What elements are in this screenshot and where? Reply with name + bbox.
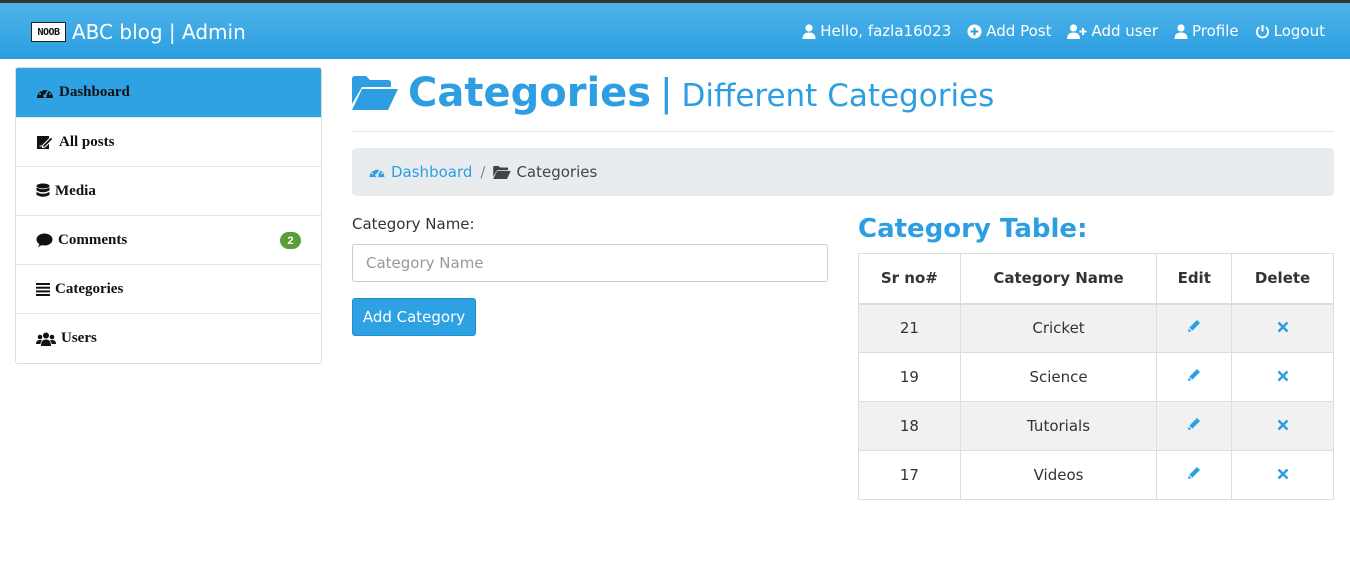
delete-button[interactable] <box>1277 468 1289 480</box>
edit-button[interactable] <box>1186 465 1202 481</box>
dashboard-icon <box>369 167 385 178</box>
breadcrumb-dashboard[interactable]: Dashboard <box>368 163 472 181</box>
table-row: 18 Tutorials <box>858 401 1334 451</box>
top-nav: Hello, fazla16023 Add Post Add user Prof… <box>786 22 1325 40</box>
page-title: Categories <box>408 70 652 116</box>
page-title-separator: | <box>661 70 672 115</box>
page-subtitle: Different Categories <box>681 78 995 114</box>
table-header-row: Sr no# Category Name Edit Delete <box>858 253 1334 305</box>
pencil-icon <box>1188 320 1201 333</box>
comments-count-badge: 2 <box>280 232 301 249</box>
cell-category-name: Science <box>959 352 1158 402</box>
dashboard-icon <box>37 88 53 98</box>
sidebar-item-media[interactable]: Media <box>16 167 321 216</box>
pencil-icon <box>1188 467 1201 479</box>
column-header-edit: Edit <box>1156 253 1233 305</box>
column-header-delete: Delete <box>1231 253 1334 305</box>
table-row: 19 Science <box>858 352 1334 402</box>
sidebar-item-comments[interactable]: Comments 2 <box>16 216 321 265</box>
sidebar-item-users[interactable]: Users <box>16 314 321 363</box>
plus-circle-icon <box>967 23 982 39</box>
nav-add-post-label: Add Post <box>986 22 1052 40</box>
sidebar-item-label: Categories <box>55 280 124 297</box>
user-plus-icon <box>1067 23 1087 39</box>
brand[interactable]: NOOB ABC blog | Admin <box>31 20 246 44</box>
column-header-sr: Sr no# <box>858 253 961 305</box>
nav-add-user[interactable]: Add user <box>1067 22 1158 40</box>
nav-add-user-label: Add user <box>1091 22 1158 40</box>
page-heading: Categories | Different Categories <box>352 70 994 116</box>
sidebar-item-dashboard[interactable]: Dashboard <box>16 68 321 118</box>
user-icon <box>802 23 816 39</box>
add-category-button[interactable]: Add Category <box>352 298 476 336</box>
list-icon <box>36 282 50 296</box>
top-navbar: NOOB ABC blog | Admin Hello, fazla16023 … <box>0 0 1350 59</box>
nav-logout-label: Logout <box>1273 22 1325 40</box>
logo: NOOB <box>31 22 66 42</box>
sidebar-item-label: Media <box>55 182 96 199</box>
folder-open-icon <box>352 76 398 110</box>
cell-sr: 18 <box>858 401 961 451</box>
breadcrumb-categories: Categories <box>493 163 597 181</box>
nav-profile-label: Profile <box>1192 22 1239 40</box>
sidebar: Dashboard All posts Media Comments 2 Cat… <box>15 67 322 364</box>
category-name-label: Category Name: <box>352 215 475 233</box>
edit-button[interactable] <box>1186 416 1202 432</box>
breadcrumb-categories-label: Categories <box>516 163 598 181</box>
sidebar-item-label: Comments <box>58 231 128 248</box>
category-table: Sr no# Category Name Edit Delete 21 Cric… <box>858 253 1334 500</box>
divider <box>352 131 1334 132</box>
comment-icon <box>36 233 53 247</box>
sidebar-item-all-posts[interactable]: All posts <box>16 118 321 167</box>
nav-greeting-label: Hello, fazla16023 <box>820 22 952 40</box>
nav-add-post[interactable]: Add Post <box>967 22 1051 40</box>
pencil-icon <box>1188 418 1201 430</box>
column-header-name: Category Name <box>959 253 1158 305</box>
power-icon <box>1255 24 1269 38</box>
delete-button[interactable] <box>1277 370 1289 382</box>
cell-category-name: Tutorials <box>959 401 1158 451</box>
cell-sr: 21 <box>858 303 961 353</box>
edit-button[interactable] <box>1186 367 1202 383</box>
delete-button[interactable] <box>1277 419 1289 431</box>
category-table-title: Category Table: <box>858 214 1088 244</box>
breadcrumb-dashboard-label: Dashboard <box>391 163 473 181</box>
delete-button[interactable] <box>1277 321 1289 333</box>
close-icon <box>1277 370 1288 382</box>
cell-sr: 19 <box>858 352 961 402</box>
category-name-input[interactable] <box>352 244 828 282</box>
folder-open-icon <box>493 165 512 179</box>
user-icon <box>1174 23 1188 39</box>
breadcrumb-separator: / <box>480 163 486 181</box>
close-icon <box>1277 321 1288 333</box>
nav-logout[interactable]: Logout <box>1255 22 1325 40</box>
sidebar-item-categories[interactable]: Categories <box>16 265 321 314</box>
users-icon <box>36 332 56 346</box>
edit-button[interactable] <box>1186 318 1202 334</box>
brand-title: ABC blog | Admin <box>72 20 246 44</box>
table-row: 21 Cricket <box>858 303 1334 353</box>
cell-sr: 17 <box>858 450 961 500</box>
pencil-icon <box>1188 369 1201 381</box>
database-icon <box>36 183 50 197</box>
sidebar-item-label: Dashboard <box>59 84 130 100</box>
table-row: 17 Videos <box>858 450 1334 500</box>
close-icon <box>1277 468 1288 480</box>
nav-greeting[interactable]: Hello, fazla16023 <box>802 22 951 40</box>
sidebar-item-label: Users <box>61 330 97 346</box>
cell-category-name: Videos <box>959 450 1158 500</box>
breadcrumb: Dashboard / Categories <box>352 148 1334 196</box>
sidebar-item-label: All posts <box>59 133 115 150</box>
edit-icon <box>37 136 54 149</box>
close-icon <box>1277 419 1288 431</box>
nav-profile[interactable]: Profile <box>1174 22 1239 40</box>
cell-category-name: Cricket <box>959 303 1158 353</box>
